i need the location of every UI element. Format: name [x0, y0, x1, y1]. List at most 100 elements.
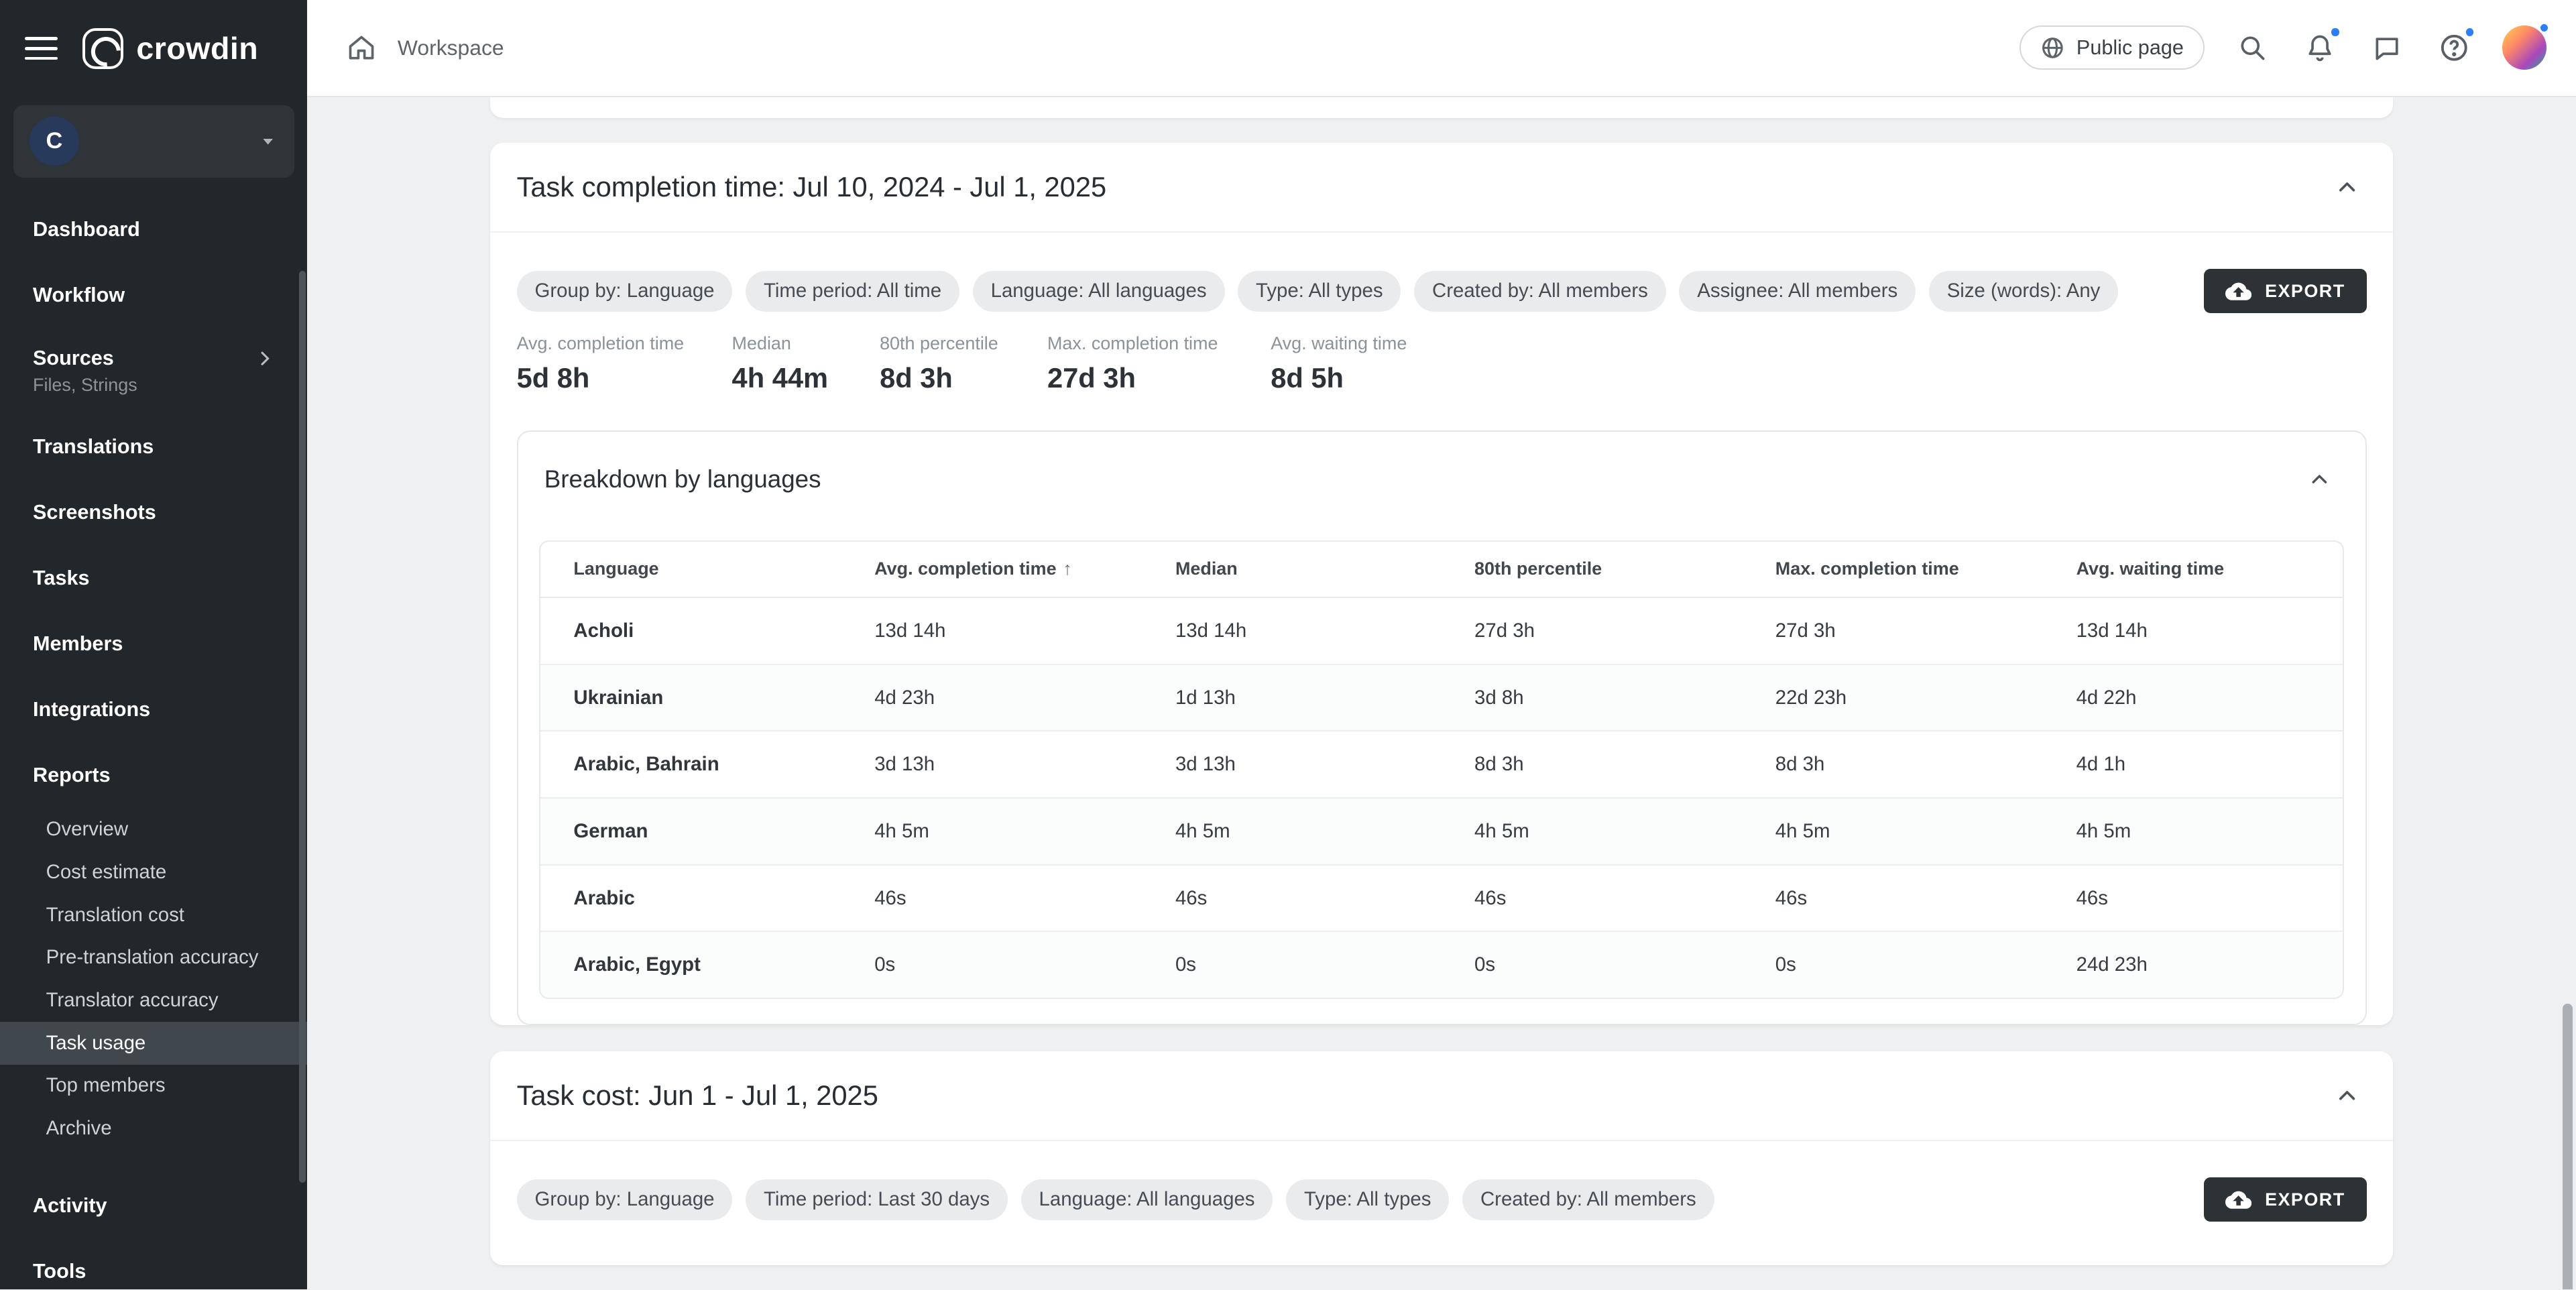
collapse-breakdown-button[interactable]	[2293, 453, 2345, 506]
filter-chip-group-by[interactable]: Group by: Language	[517, 1179, 733, 1220]
stat-median: Median 4h 44m	[732, 333, 880, 394]
stat-avg-completion-time: Avg. completion time 5d 8h	[517, 333, 732, 394]
filter-chip-group-by[interactable]: Group by: Language	[517, 271, 733, 312]
filter-chip-language[interactable]: Language: All languages	[973, 271, 1225, 312]
filter-chip-assignee[interactable]: Assignee: All members	[1679, 271, 1916, 312]
breadcrumb: Workspace	[347, 33, 504, 62]
sidebar-item-activity[interactable]: Activity	[0, 1173, 307, 1238]
top-bar: crowdin Workspace Public page	[0, 0, 2576, 97]
task-completion-filters: Group by: Language Time period: All time…	[517, 269, 2367, 313]
user-avatar[interactable]	[2502, 25, 2546, 70]
project-selector[interactable]: C	[13, 105, 294, 178]
header-actions: Public page	[2019, 25, 2546, 70]
sidebar-item-cost-estimate[interactable]: Cost estimate	[0, 851, 307, 894]
sidebar: C Dashboard Workflow Sources Files, Stri…	[0, 97, 307, 1290]
sidebar-item-dashboard[interactable]: Dashboard	[0, 197, 307, 263]
chevron-up-icon	[2334, 1083, 2360, 1109]
filter-chip-size-words[interactable]: Size (words): Any	[1929, 271, 2119, 312]
column-header-language[interactable]: Language	[540, 542, 841, 597]
search-icon[interactable]	[2233, 28, 2272, 68]
previous-card-bottom-edge	[490, 97, 2392, 119]
task-cost-header: Task cost: Jun 1 - Jul 1, 2025	[490, 1051, 2392, 1141]
export-button[interactable]: EXPORT	[2204, 1177, 2366, 1222]
filter-chip-type[interactable]: Type: All types	[1286, 1179, 1449, 1220]
sidebar-item-members[interactable]: Members	[0, 611, 307, 677]
breakdown-by-languages-card: Breakdown by languages Lang	[517, 430, 2367, 1025]
help-notification-dot	[2464, 26, 2475, 38]
table-row-arabic-egypt: Arabic, Egypt 0s 0s 0s 0s 24d 23h	[540, 931, 2342, 998]
task-completion-title: Task completion time: Jul 10, 2024 - Jul…	[517, 171, 1107, 203]
sidebar-item-task-usage[interactable]: Task usage	[0, 1022, 307, 1065]
sidebar-item-tools[interactable]: Tools	[0, 1238, 307, 1289]
notifications-bell-icon[interactable]	[2300, 28, 2339, 68]
notification-dot	[2329, 26, 2341, 38]
filter-chip-language[interactable]: Language: All languages	[1021, 1179, 1273, 1220]
export-button[interactable]: EXPORT	[2204, 269, 2366, 313]
globe-icon	[2040, 36, 2065, 60]
table-row-german: German 4h 5m 4h 5m 4h 5m 4h 5m 4h 5m	[540, 798, 2342, 865]
sidebar-item-integrations[interactable]: Integrations	[0, 677, 307, 742]
table-row-arabic: Arabic 46s 46s 46s 46s 46s	[540, 865, 2342, 932]
task-completion-stats: Avg. completion time 5d 8h Median 4h 44m…	[517, 333, 2367, 394]
sidebar-item-screenshots[interactable]: Screenshots	[0, 479, 307, 545]
column-header-avg-completion-time[interactable]: Avg. completion time↑	[841, 542, 1143, 597]
avatar-notification-dot	[2538, 22, 2550, 34]
breakdown-title: Breakdown by languages	[544, 465, 821, 493]
hamburger-menu-icon[interactable]	[25, 37, 58, 60]
sidebar-scrollbar[interactable]	[299, 271, 306, 1183]
crowdin-logo-text: crowdin	[136, 30, 258, 66]
breakdown-table: Language Avg. completion time↑ Median 80…	[539, 540, 2343, 999]
help-icon[interactable]	[2435, 28, 2474, 68]
column-header-avg-waiting-time[interactable]: Avg. waiting time	[2044, 542, 2343, 597]
messages-icon[interactable]	[2367, 28, 2407, 68]
filter-chip-time-period[interactable]: Time period: Last 30 days	[746, 1179, 1008, 1220]
column-header-80th-percentile[interactable]: 80th percentile	[1442, 542, 1743, 597]
sidebar-item-reports-overview[interactable]: Overview	[0, 808, 307, 851]
cloud-upload-icon	[2225, 282, 2251, 301]
sidebar-item-translations[interactable]: Translations	[0, 414, 307, 479]
table-row-arabic-bahrain: Arabic, Bahrain 3d 13h 3d 13h 8d 3h 8d 3…	[540, 731, 2342, 798]
cloud-upload-icon	[2225, 1190, 2251, 1210]
crowdin-logo[interactable]: crowdin	[82, 28, 259, 69]
filter-chip-created-by[interactable]: Created by: All members	[1414, 271, 1666, 312]
sidebar-item-reports[interactable]: Reports	[0, 742, 307, 808]
table-row-ukrainian: Ukrainian 4d 23h 1d 13h 3d 8h 22d 23h 4d…	[540, 664, 2342, 731]
table-row-acholi: Acholi 13d 14h 13d 14h 27d 3h 27d 3h 13d…	[540, 597, 2342, 664]
column-header-max-completion-time[interactable]: Max. completion time	[1743, 542, 2044, 597]
page-scrollbar[interactable]	[2563, 1004, 2573, 1289]
sidebar-item-tasks[interactable]: Tasks	[0, 545, 307, 611]
public-page-button[interactable]: Public page	[2019, 25, 2205, 70]
public-page-label: Public page	[2076, 36, 2184, 60]
breadcrumb-workspace[interactable]: Workspace	[398, 36, 504, 60]
home-icon[interactable]	[347, 33, 376, 62]
breakdown-header: Breakdown by languages	[518, 432, 2365, 527]
caret-down-icon	[258, 131, 278, 151]
sidebar-item-sources[interactable]: Sources Files, Strings	[0, 329, 307, 414]
task-completion-header: Task completion time: Jul 10, 2024 - Jul…	[490, 143, 2392, 233]
table-header-row: Language Avg. completion time↑ Median 80…	[540, 542, 2342, 597]
column-header-median[interactable]: Median	[1143, 542, 1442, 597]
task-cost-filters: Group by: Language Time period: Last 30 …	[517, 1177, 2367, 1222]
chevron-up-icon	[2307, 467, 2332, 492]
sidebar-item-translation-cost[interactable]: Translation cost	[0, 894, 307, 937]
task-cost-title: Task cost: Jun 1 - Jul 1, 2025	[517, 1079, 878, 1112]
chevron-right-icon	[255, 349, 274, 368]
sort-ascending-icon: ↑	[1063, 559, 1071, 579]
sources-subtitle: Files, Strings	[33, 375, 274, 396]
project-avatar: C	[30, 117, 79, 166]
sidebar-item-translator-accuracy[interactable]: Translator accuracy	[0, 979, 307, 1022]
filter-chip-time-period[interactable]: Time period: All time	[746, 271, 959, 312]
sidebar-item-top-members[interactable]: Top members	[0, 1065, 307, 1108]
collapse-task-completion-button[interactable]	[2321, 161, 2373, 213]
brand-zone: crowdin	[0, 0, 307, 97]
task-cost-card: Task cost: Jun 1 - Jul 1, 2025 Group by:…	[490, 1051, 2392, 1265]
sidebar-item-workflow[interactable]: Workflow	[0, 263, 307, 329]
filter-chip-created-by[interactable]: Created by: All members	[1462, 1179, 1714, 1220]
task-completion-card: Task completion time: Jul 10, 2024 - Jul…	[490, 143, 2392, 1025]
sidebar-item-pre-translation-accuracy[interactable]: Pre-translation accuracy	[0, 937, 307, 980]
collapse-task-cost-button[interactable]	[2321, 1069, 2373, 1122]
stat-max-completion-time: Max. completion time 27d 3h	[1047, 333, 1271, 394]
sidebar-item-archive[interactable]: Archive	[0, 1107, 307, 1150]
filter-chip-type[interactable]: Type: All types	[1238, 271, 1401, 312]
app-window: crowdin Workspace Public page	[0, 0, 2576, 1289]
